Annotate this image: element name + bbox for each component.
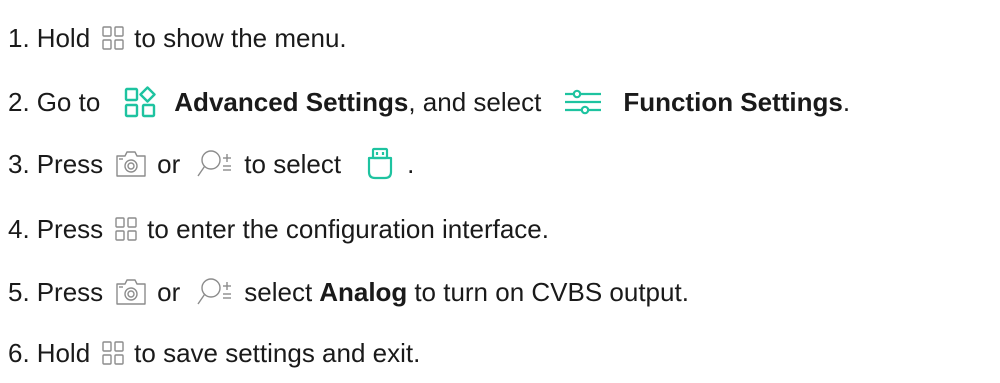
step-number: 3.	[8, 148, 30, 179]
zoom-icon	[196, 276, 234, 308]
step-number: 4.	[8, 213, 30, 244]
analog-label: Analog	[319, 276, 408, 307]
advanced-settings-icon	[124, 86, 156, 118]
step-text: to turn on CVBS output.	[414, 276, 689, 307]
function-settings-label: Function Settings	[623, 86, 843, 117]
menu-grid-icon	[102, 26, 124, 50]
step-text: select	[244, 276, 313, 307]
menu-grid-icon	[102, 341, 124, 365]
step-4: 4. Press to enter the configuration inte…	[8, 207, 549, 251]
step-1: 1. Hold to show the menu.	[8, 16, 347, 60]
capture-camera-icon	[115, 150, 147, 178]
step-text: to enter the configuration interface.	[147, 213, 549, 244]
step-5: 5. Press or select Analog to turn on CVB…	[8, 270, 689, 314]
step-text: .	[407, 148, 415, 179]
step-text: to save settings and exit.	[134, 337, 421, 368]
capture-camera-icon	[115, 278, 147, 306]
step-text: Press	[36, 148, 104, 179]
zoom-icon	[196, 148, 234, 180]
step-text: , and select	[408, 86, 542, 117]
step-6: 6. Hold to save settings and exit.	[8, 331, 420, 375]
advanced-settings-label: Advanced Settings	[174, 86, 409, 117]
step-text: Press	[36, 213, 104, 244]
step-text: Hold	[36, 337, 91, 368]
menu-grid-icon	[115, 217, 137, 241]
step-text: .	[842, 86, 851, 117]
step-text: to select	[244, 148, 342, 179]
step-text: to show the menu.	[134, 22, 347, 53]
step-text: Go to	[36, 86, 101, 117]
step-text: or	[157, 148, 181, 179]
usb-output-icon	[367, 147, 393, 181]
step-text: Press	[36, 276, 104, 307]
step-3: 3. Press or to select .	[8, 142, 414, 186]
step-text: or	[157, 276, 181, 307]
step-text: Hold	[36, 22, 91, 53]
instruction-steps: 1. Hold to show the menu. 2. Go to Advan…	[0, 0, 1000, 383]
function-settings-sliders-icon	[563, 87, 603, 117]
step-2: 2. Go to Advanced Settings , and select …	[8, 80, 850, 124]
step-number: 2.	[8, 86, 30, 117]
step-number: 6.	[8, 337, 30, 368]
step-number: 5.	[8, 276, 30, 307]
step-number: 1.	[8, 22, 30, 53]
